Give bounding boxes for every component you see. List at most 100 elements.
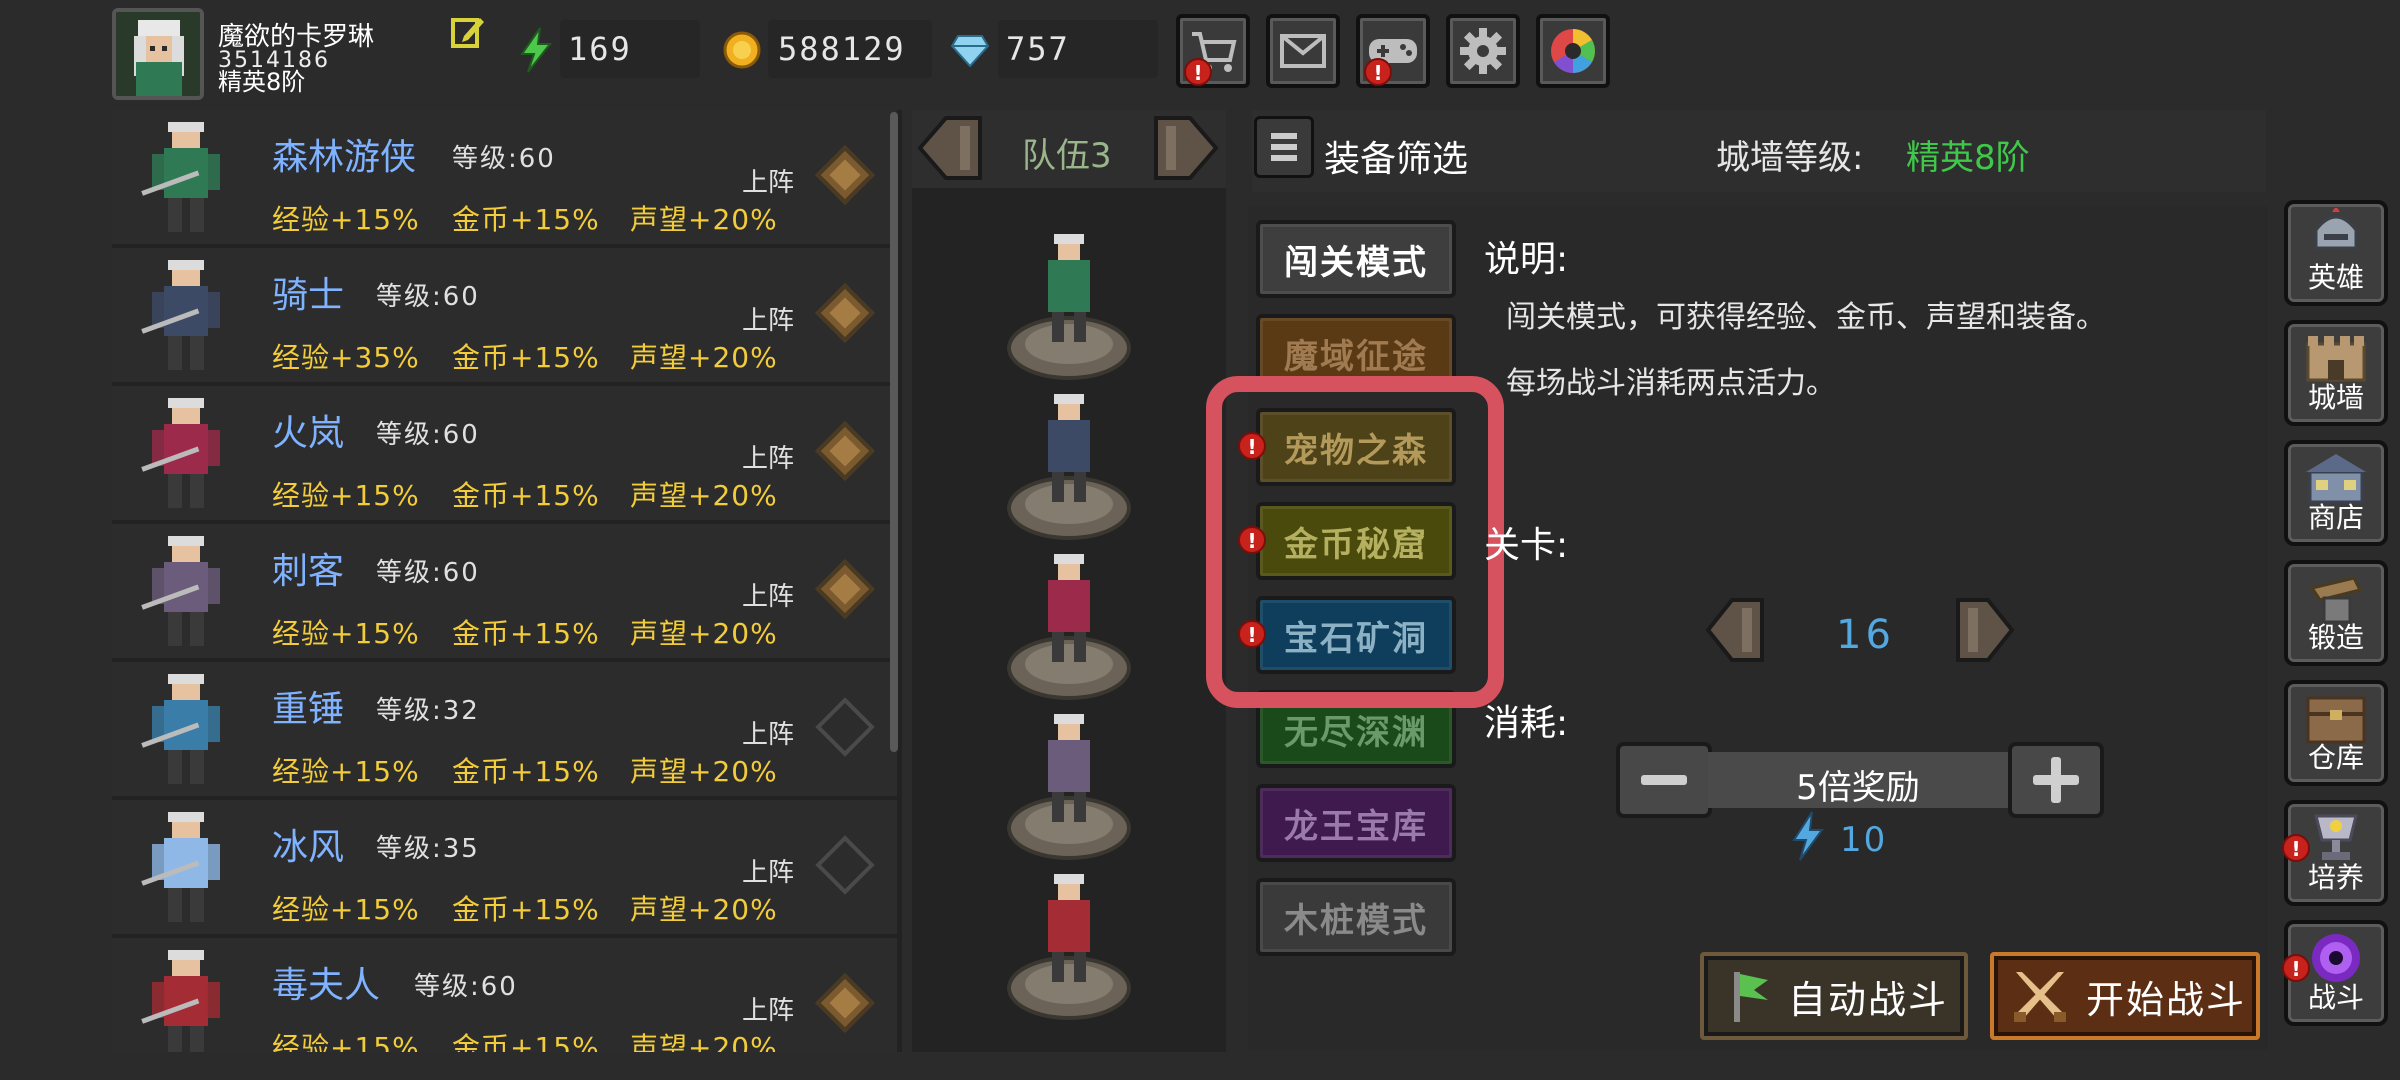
hero-name: 重锤 bbox=[272, 689, 345, 730]
hero-fame-bonus: 声望+20% bbox=[630, 1031, 778, 1052]
filter-menu-button[interactable] bbox=[1254, 116, 1314, 178]
hero-fame-bonus: 声望+20% bbox=[630, 755, 778, 788]
mode-button[interactable]: 闯关模式 bbox=[1256, 220, 1456, 298]
nav-button[interactable]: 英雄 bbox=[2284, 200, 2388, 306]
nav-label: 战斗 bbox=[2307, 981, 2364, 1014]
hero-level: 等级:60 bbox=[452, 144, 556, 174]
hero-name: 冰风 bbox=[272, 827, 345, 868]
mode-label: 无尽深渊 bbox=[1284, 712, 1428, 753]
hero-level: 等级:35 bbox=[376, 834, 480, 864]
crossed-swords-icon bbox=[2014, 972, 2066, 1022]
mode-button[interactable]: 木桩模式 bbox=[1256, 878, 1456, 956]
hero-row[interactable]: 重锤 等级:32 经验+15% 金币+15% 声望+20% 上阵 bbox=[112, 662, 897, 796]
multiplier-decrease-button[interactable] bbox=[1616, 742, 1712, 818]
gold-coin-icon bbox=[722, 30, 762, 70]
nav-label: 商店 bbox=[2307, 501, 2364, 534]
multiplier-value: 5倍奖励 bbox=[1796, 768, 1920, 808]
nav-label: 城墙 bbox=[2307, 381, 2364, 414]
hero-portrait bbox=[132, 534, 242, 652]
mode-label: 闯关模式 bbox=[1284, 242, 1428, 283]
stage-value: 16 bbox=[1836, 612, 1895, 658]
nav-button[interactable]: 城墙 bbox=[2284, 320, 2388, 426]
nav-button[interactable]: 培养 ! bbox=[2282, 800, 2388, 906]
minus-icon bbox=[1641, 775, 1687, 785]
hero-deploy-label: 上阵 bbox=[742, 444, 795, 474]
aperture-icon bbox=[1551, 29, 1595, 73]
arrow-right-icon bbox=[1956, 598, 2015, 662]
aperture-button[interactable] bbox=[1536, 14, 1610, 88]
deploy-toggle[interactable] bbox=[815, 559, 875, 619]
stage-prev-button[interactable] bbox=[1702, 592, 1772, 668]
stage-next-button[interactable] bbox=[1948, 592, 2018, 668]
deploy-toggle[interactable] bbox=[815, 283, 875, 343]
hero-deploy-label: 上阵 bbox=[742, 306, 795, 336]
plus-icon bbox=[2033, 757, 2079, 803]
start-battle-label: 开始战斗 bbox=[2086, 977, 2247, 1022]
hero-list[interactable]: 森林游侠 等级:60 经验+15% 金币+15% 声望+20% 上阵 骑士 等级… bbox=[112, 110, 902, 1052]
hero-portrait bbox=[132, 948, 242, 1052]
auto-battle-label: 自动战斗 bbox=[1788, 977, 1949, 1022]
hero-row[interactable]: 骑士 等级:60 经验+35% 金币+15% 声望+20% 上阵 bbox=[112, 248, 897, 382]
edit-name-icon[interactable] bbox=[450, 14, 486, 50]
hero-portrait bbox=[132, 120, 242, 238]
nav-button[interactable]: 战斗 ! bbox=[2282, 920, 2388, 1026]
shop-cart-button[interactable]: ! bbox=[1176, 14, 1250, 88]
energy-icon bbox=[1790, 810, 1826, 862]
deploy-toggle[interactable] bbox=[815, 835, 875, 895]
nav-button[interactable]: 商店 bbox=[2284, 440, 2388, 546]
mode-button[interactable]: 龙王宝库 bbox=[1256, 784, 1456, 862]
deploy-toggle[interactable] bbox=[815, 421, 875, 481]
auto-battle-button[interactable]: 自动战斗 bbox=[1700, 952, 1968, 1040]
settings-button[interactable] bbox=[1446, 14, 1520, 88]
energy-value: 169 bbox=[568, 30, 632, 68]
mode-label: 龙王宝库 bbox=[1284, 806, 1428, 847]
hero-gold-bonus: 金币+15% bbox=[452, 203, 600, 236]
hero-list-scrollbar[interactable] bbox=[890, 112, 898, 752]
gamepad-button[interactable]: ! bbox=[1356, 14, 1430, 88]
team-next-button[interactable] bbox=[1150, 112, 1220, 184]
team-slot[interactable] bbox=[1004, 390, 1134, 540]
hero-exp-bonus: 经验+15% bbox=[272, 617, 420, 650]
hero-row[interactable]: 火岚 等级:60 经验+15% 金币+15% 声望+20% 上阵 bbox=[112, 386, 897, 520]
arrow-left-icon bbox=[917, 116, 982, 180]
hero-exp-bonus: 经验+15% bbox=[272, 1031, 420, 1052]
hero-level: 等级:60 bbox=[376, 420, 480, 450]
gamepad-alert-badge: ! bbox=[1364, 58, 1392, 86]
hero-row[interactable]: 森林游侠 等级:60 经验+15% 金币+15% 声望+20% 上阵 bbox=[112, 110, 897, 244]
hero-deploy-label: 上阵 bbox=[742, 996, 795, 1026]
multiplier-increase-button[interactable] bbox=[2008, 742, 2104, 818]
nav-button[interactable]: 仓库 bbox=[2284, 680, 2388, 786]
mode-label: 魔域征途 bbox=[1284, 336, 1428, 377]
hero-exp-bonus: 经验+35% bbox=[272, 341, 420, 374]
nav-label: 仓库 bbox=[2307, 741, 2364, 774]
hero-gold-bonus: 金币+15% bbox=[452, 617, 600, 650]
equipment-filter-label[interactable]: 装备筛选 bbox=[1324, 130, 1468, 182]
hero-row[interactable]: 刺客 等级:60 经验+15% 金币+15% 声望+20% 上阵 bbox=[112, 524, 897, 658]
arrow-right-icon bbox=[1154, 116, 1219, 180]
team-slot[interactable] bbox=[1004, 870, 1134, 1020]
hero-portrait bbox=[132, 672, 242, 790]
diamond-icon bbox=[950, 32, 990, 68]
nav-button[interactable]: 锻造 bbox=[2284, 560, 2388, 666]
arrow-left-icon bbox=[1705, 598, 1764, 662]
hero-row[interactable]: 冰风 等级:35 经验+15% 金币+15% 声望+20% 上阵 bbox=[112, 800, 897, 934]
team-prev-button[interactable] bbox=[916, 112, 986, 184]
hero-row[interactable]: 毒夫人 等级:60 经验+15% 金币+15% 声望+20% 上阵 bbox=[112, 938, 897, 1052]
team-slot[interactable] bbox=[1004, 230, 1134, 380]
mail-button[interactable] bbox=[1266, 14, 1340, 88]
nav-label: 锻造 bbox=[2307, 621, 2364, 654]
wall-level-value: 精英8阶 bbox=[1906, 138, 2030, 178]
team-slot[interactable] bbox=[1004, 550, 1134, 700]
hero-name: 火岚 bbox=[272, 413, 345, 454]
hero-deploy-label: 上阵 bbox=[742, 582, 795, 612]
team-slot[interactable] bbox=[1004, 710, 1134, 860]
deploy-toggle[interactable] bbox=[815, 973, 875, 1033]
deploy-toggle[interactable] bbox=[815, 145, 875, 205]
shop-alert-badge: ! bbox=[1184, 58, 1212, 86]
hero-level: 等级:60 bbox=[414, 972, 518, 1002]
hero-level: 等级:60 bbox=[376, 282, 480, 312]
start-battle-button[interactable]: 开始战斗 bbox=[1990, 952, 2260, 1040]
deploy-toggle[interactable] bbox=[815, 697, 875, 757]
menu-icon bbox=[1271, 133, 1297, 161]
player-avatar[interactable] bbox=[112, 8, 204, 100]
